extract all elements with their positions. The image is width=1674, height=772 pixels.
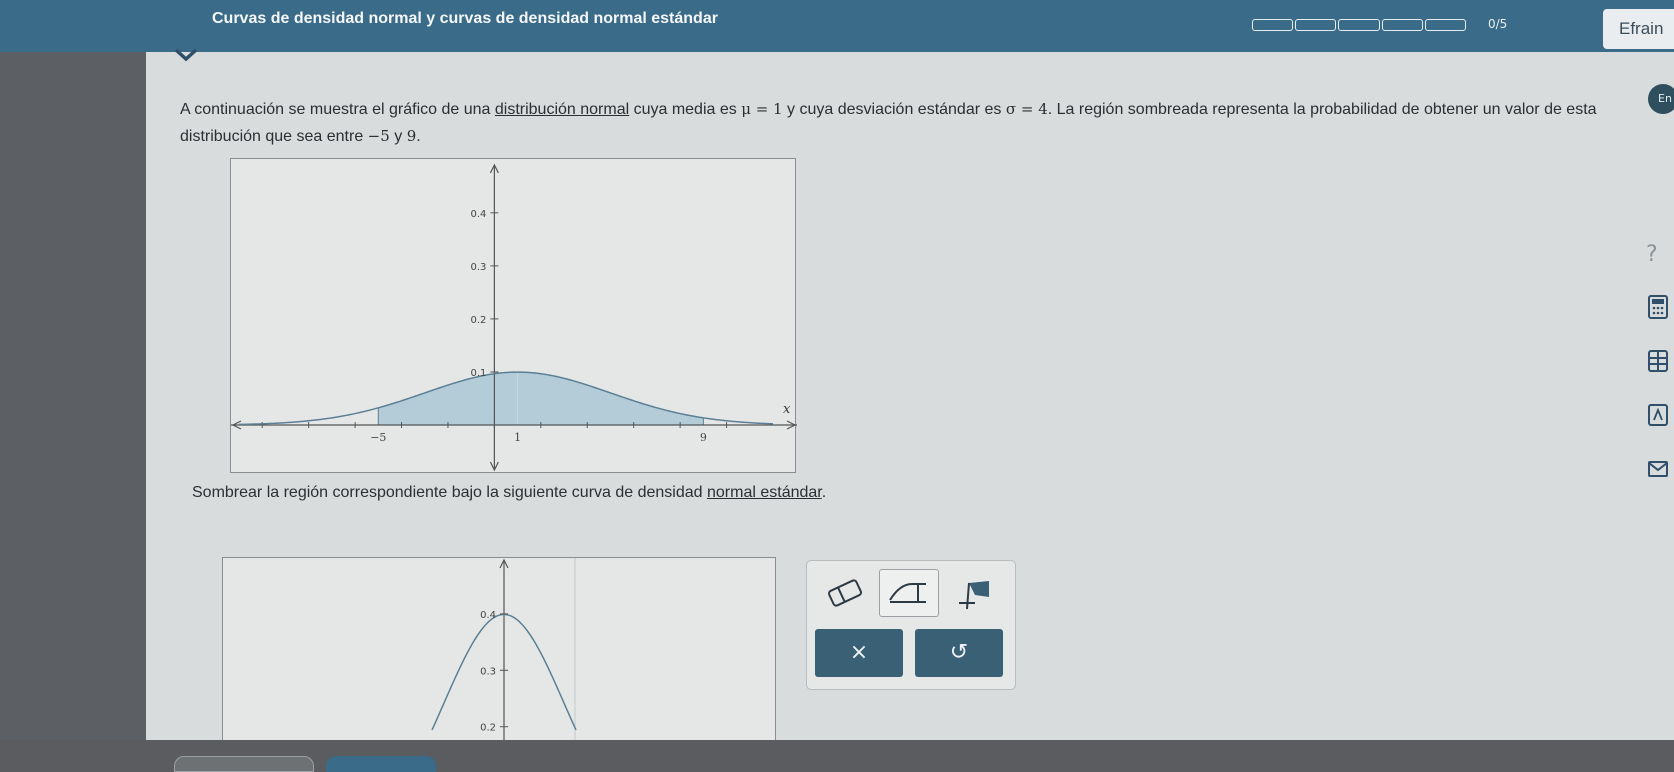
instruction-text: Sombrear la región correspondiente bajo … (192, 484, 707, 501)
undo-button[interactable]: ↺ (915, 629, 1003, 677)
y-tick-label: 0.4 (470, 209, 486, 220)
instruction: Sombrear la región correspondiente bajo … (192, 480, 826, 506)
user-menu-button[interactable]: Efrain (1603, 9, 1674, 49)
top-bar: Curvas de densidad normal y curvas de de… (0, 0, 1674, 52)
question-prompt: A continuación se muestra el gráfico de … (180, 96, 1620, 150)
progress-segment (1295, 19, 1337, 31)
boundary-line-icon (889, 583, 926, 603)
prompt-text: y (389, 128, 407, 145)
question-panel: En A continuación se muestra el gráfico … (146, 48, 1674, 747)
y-tick-label: 0.3 (470, 262, 486, 273)
progress-count: 0/5 (1488, 17, 1508, 31)
x-tick-label: −5 (370, 431, 386, 444)
shade-tool-button[interactable] (945, 569, 1005, 617)
help-icon[interactable]: ? (1646, 242, 1670, 268)
topic-title: Curvas de densidad normal y curvas de de… (212, 10, 718, 27)
lower-bound: −5 (367, 127, 390, 145)
eraser-icon (828, 579, 862, 607)
y-tick-label: 0.2 (480, 723, 496, 734)
y-tick-label: 0.1 (470, 368, 486, 379)
language-badge[interactable]: En (1648, 84, 1674, 114)
normal-curve-svg: 0.1 0.2 0.3 0.4 −5 1 9 x (231, 163, 797, 472)
eraser-tool-button[interactable] (815, 569, 875, 617)
data-table-icon[interactable] (1646, 348, 1670, 374)
x-tick-label: 9 (700, 431, 707, 444)
drawing-toolbox: × ↺ (806, 560, 1016, 690)
x-tick-label: 1 (514, 431, 521, 444)
progress-segment (1252, 19, 1294, 31)
x-axis-label: x (783, 402, 791, 417)
formula-sheet-icon[interactable] (1646, 402, 1670, 428)
progress-segment (1381, 19, 1423, 31)
progress-bar (1252, 19, 1467, 31)
bottom-button[interactable] (326, 756, 436, 772)
sd-value: σ = 4 (1005, 100, 1048, 118)
standard-normal-svg[interactable]: 0.2 0.3 0.4 (223, 558, 776, 747)
clear-button[interactable]: × (815, 629, 903, 677)
calculator-icon[interactable] (1646, 294, 1670, 320)
instruction-text: . (821, 484, 827, 501)
mail-icon[interactable] (1646, 456, 1670, 482)
mean-value: μ = 1 (741, 100, 783, 118)
prompt-text: . (416, 128, 421, 145)
y-tick-label: 0.3 (480, 666, 496, 677)
chevron-down-icon[interactable] (166, 42, 206, 72)
prompt-text: A continuación se muestra el gráfico de … (180, 101, 495, 118)
shaded-probability-region (378, 372, 704, 425)
bottom-button[interactable] (174, 756, 314, 772)
shade-region-icon (959, 581, 989, 610)
y-tick-label: 0.4 (480, 610, 496, 621)
line-tool-button[interactable] (879, 569, 939, 617)
prompt-text: cuya media es (629, 101, 742, 118)
upper-bound: 9 (406, 127, 417, 145)
normal-distribution-link[interactable]: distribución normal (495, 101, 629, 118)
progress-segment (1424, 19, 1467, 31)
normal-curve-graph: 0.1 0.2 0.3 0.4 −5 1 9 x (230, 158, 797, 473)
prompt-text: y cuya desviación estándar es (782, 101, 1006, 118)
standard-normal-graph[interactable]: 0.2 0.3 0.4 (222, 557, 776, 747)
y-tick-label: 0.2 (470, 315, 486, 326)
standard-normal-link[interactable]: normal estándar (707, 484, 822, 501)
progress-segment (1338, 19, 1380, 31)
